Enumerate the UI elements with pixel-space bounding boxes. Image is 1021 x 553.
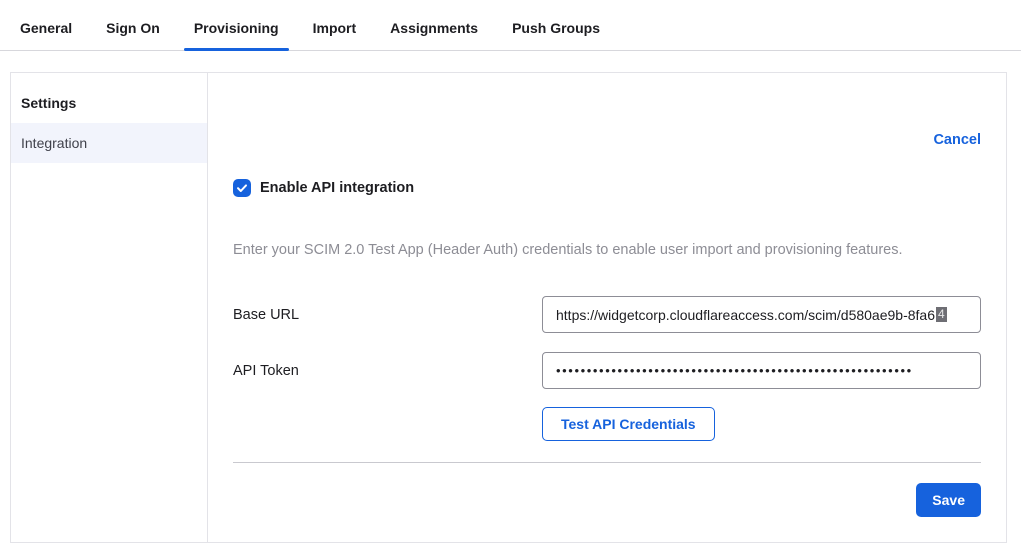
enable-api-checkbox[interactable] (233, 179, 251, 197)
save-row: Save (233, 483, 981, 517)
save-button[interactable]: Save (916, 483, 981, 517)
base-url-label: Base URL (233, 307, 542, 323)
api-token-input[interactable]: ••••••••••••••••••••••••••••••••••••••••… (542, 352, 981, 389)
integration-form: Cancel Enable API integration Enter your… (208, 73, 1006, 542)
sidebar-item-integration[interactable]: Integration (11, 123, 207, 163)
test-credentials-row: Test API Credentials (233, 407, 981, 441)
api-token-row: API Token ••••••••••••••••••••••••••••••… (233, 352, 981, 389)
settings-sidebar: Settings Integration (11, 73, 208, 542)
api-token-label: API Token (233, 363, 542, 379)
api-token-masked-value: ••••••••••••••••••••••••••••••••••••••••… (556, 363, 913, 378)
tab-assignments[interactable]: Assignments (380, 14, 488, 50)
sidebar-header-settings: Settings (11, 83, 207, 123)
tab-import[interactable]: Import (303, 14, 367, 50)
cancel-link[interactable]: Cancel (933, 132, 981, 148)
base-url-input[interactable]: https://widgetcorp.cloudflareaccess.com/… (542, 296, 981, 333)
form-divider (233, 462, 981, 463)
checkmark-icon (236, 182, 248, 194)
tab-push-groups[interactable]: Push Groups (502, 14, 610, 50)
app-tab-bar: General Sign On Provisioning Import Assi… (0, 0, 1021, 51)
base-url-selection: 4 (936, 307, 947, 322)
base-url-value: https://widgetcorp.cloudflareaccess.com/… (556, 307, 935, 323)
cancel-row: Cancel (233, 73, 981, 148)
tab-general[interactable]: General (10, 14, 82, 50)
credentials-description: Enter your SCIM 2.0 Test App (Header Aut… (233, 242, 981, 258)
enable-api-row: Enable API integration (233, 179, 981, 197)
provisioning-panel: Settings Integration Cancel Enable API i… (10, 72, 1007, 543)
enable-api-label: Enable API integration (260, 180, 414, 196)
tab-provisioning[interactable]: Provisioning (184, 14, 289, 50)
tab-sign-on[interactable]: Sign On (96, 14, 170, 50)
base-url-row: Base URL https://widgetcorp.cloudflareac… (233, 296, 981, 333)
test-api-credentials-button[interactable]: Test API Credentials (542, 407, 715, 441)
